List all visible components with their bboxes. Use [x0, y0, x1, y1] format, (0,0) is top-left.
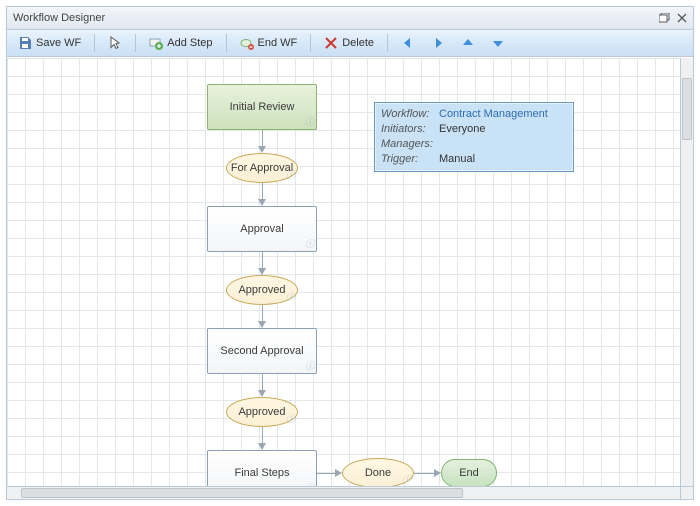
info-value-workflow[interactable]: Contract Management: [439, 107, 548, 122]
info-label: Workflow:: [381, 107, 435, 122]
info-value-trigger: Manual: [439, 152, 475, 167]
save-label: Save WF: [36, 37, 81, 49]
add-step-label: Add Step: [167, 37, 212, 49]
toolbar-separator: [310, 34, 311, 52]
info-icon: ⓘ: [286, 168, 295, 181]
arrow-right-icon: [431, 36, 445, 50]
end-label: End: [459, 467, 479, 479]
arrowhead-icon: [258, 321, 266, 328]
toolbar-separator: [387, 34, 388, 52]
transition-label: Approved: [238, 406, 285, 418]
transition-label: Done: [365, 467, 391, 479]
end-node[interactable]: End: [441, 459, 497, 487]
scroll-thumb[interactable]: [682, 78, 692, 140]
step-label: Second Approval: [220, 345, 303, 357]
toolbar-separator: [135, 34, 136, 52]
arrow-down-icon: [491, 36, 505, 50]
step-initial-review[interactable]: Initial Review ⓘ: [207, 84, 317, 130]
step-label: Approval: [240, 223, 283, 235]
delete-icon: [324, 36, 338, 50]
transition-label: Approved: [238, 284, 285, 296]
transition-approved-1[interactable]: Approved ⓘ: [226, 275, 298, 305]
arrow-up-icon: [461, 36, 475, 50]
info-row-managers: Managers:: [381, 137, 567, 152]
arrowhead-icon: [258, 443, 266, 450]
window-controls: [659, 13, 687, 23]
delete-button[interactable]: Delete: [317, 33, 381, 53]
nav-up-button[interactable]: [454, 33, 482, 53]
step-label: Final Steps: [234, 467, 289, 479]
transition-for-approval[interactable]: For Approval ⓘ: [226, 153, 298, 183]
restore-icon[interactable]: [659, 13, 671, 23]
nav-right-button[interactable]: [424, 33, 452, 53]
end-wf-label: End WF: [258, 37, 298, 49]
canvas-grid[interactable]: Initial Review ⓘ For Approval ⓘ Approval…: [7, 58, 681, 487]
titlebar: Workflow Designer: [7, 7, 693, 30]
add-step-icon: [149, 36, 163, 50]
info-icon: ⓘ: [286, 412, 295, 425]
arrow-left-icon: [401, 36, 415, 50]
arrowhead-icon: [258, 268, 266, 275]
delete-label: Delete: [342, 37, 374, 49]
info-icon: ⓘ: [286, 290, 295, 303]
toolbar-separator: [226, 34, 227, 52]
workflow-info-panel[interactable]: Workflow: Contract Management Initiators…: [374, 102, 574, 172]
pointer-button[interactable]: [101, 33, 129, 53]
info-row-trigger: Trigger: Manual: [381, 152, 567, 167]
save-icon: [18, 36, 32, 50]
step-label: Initial Review: [230, 101, 295, 113]
scroll-thumb[interactable]: [21, 488, 463, 498]
scroll-corner: [680, 486, 693, 499]
info-icon: ⓘ: [305, 237, 314, 250]
vertical-scrollbar[interactable]: [680, 58, 693, 487]
transition-label: For Approval: [231, 162, 293, 174]
info-icon: ⓘ: [305, 359, 314, 372]
info-icon: ⓘ: [402, 473, 411, 486]
horizontal-scrollbar[interactable]: [7, 486, 681, 499]
nav-left-button[interactable]: [394, 33, 422, 53]
step-second-approval[interactable]: Second Approval ⓘ: [207, 328, 317, 374]
arrowhead-icon: [258, 199, 266, 206]
connector: [317, 473, 337, 474]
connector: [414, 473, 436, 474]
transition-approved-2[interactable]: Approved ⓘ: [226, 397, 298, 427]
end-wf-icon: [240, 36, 254, 50]
arrowhead-icon: [434, 469, 441, 477]
arrowhead-icon: [335, 469, 342, 477]
step-approval[interactable]: Approval ⓘ: [207, 206, 317, 252]
transition-done[interactable]: Done ⓘ: [342, 458, 414, 488]
workflow-designer-window: Workflow Designer Save WF: [6, 6, 694, 500]
nav-down-button[interactable]: [484, 33, 512, 53]
window-title: Workflow Designer: [13, 12, 105, 24]
info-label: Managers:: [381, 137, 435, 152]
pointer-icon: [108, 36, 122, 50]
save-button[interactable]: Save WF: [11, 33, 88, 53]
end-wf-button[interactable]: End WF: [233, 33, 305, 53]
arrowhead-icon: [258, 146, 266, 153]
info-label: Initiators:: [381, 122, 435, 137]
info-value-initiators: Everyone: [439, 122, 485, 137]
add-step-button[interactable]: Add Step: [142, 33, 219, 53]
toolbar: Save WF Add Step End WF Delete: [7, 30, 693, 57]
info-label: Trigger:: [381, 152, 435, 167]
toolbar-separator: [94, 34, 95, 52]
info-row-workflow: Workflow: Contract Management: [381, 107, 567, 122]
close-icon[interactable]: [677, 13, 687, 23]
arrowhead-icon: [258, 390, 266, 397]
info-icon: ⓘ: [305, 115, 314, 128]
canvas-area[interactable]: Initial Review ⓘ For Approval ⓘ Approval…: [7, 57, 693, 499]
info-row-initiators: Initiators: Everyone: [381, 122, 567, 137]
